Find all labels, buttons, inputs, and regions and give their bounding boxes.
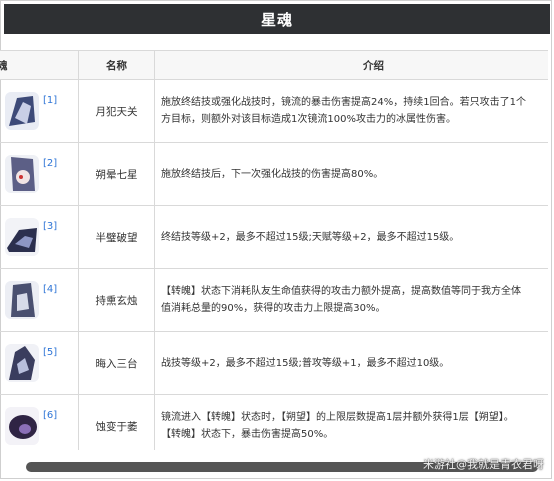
- eidolon-name: 蚀变于萎: [78, 394, 155, 450]
- eidolon-image-cell: [3]: [0, 205, 79, 269]
- eidolon-name: 半璧破望: [78, 205, 155, 269]
- eidolon-image-cell: [5]: [0, 331, 79, 395]
- footnote-link-3[interactable]: [3]: [43, 221, 57, 232]
- header-description: 介绍: [154, 50, 548, 80]
- eidolon-description: 【转魄】状态下消耗队友生命值获得的攻击力额外提高，提高数值等同于我方全体 值消耗…: [154, 268, 548, 332]
- table-header-row: 魂 名称 介绍: [0, 50, 548, 80]
- section-title: 星魂: [4, 4, 550, 34]
- table-row: [3] 半璧破望 终结技等级+2，最多不超过15级;天赋等级+2，最多不超过15…: [0, 205, 548, 269]
- footnote-link-2[interactable]: [2]: [43, 158, 57, 169]
- eidolon-5-image: [5, 344, 39, 382]
- eidolon-description: 镜流进入【转魄】状态时，【朔望】的上限层数提高1层并额外获得1层【朔望】。 【转…: [154, 394, 548, 450]
- eidolon-name: 晦入三台: [78, 331, 155, 395]
- eidolon-image-cell: [2]: [0, 142, 79, 206]
- eidolon-1-image: [5, 92, 39, 130]
- eidolon-table-container: 魂 名称 介绍 [1] 月犯天关 施放终结技或强化战技时，镜流的暴击伤害提高24…: [0, 50, 548, 450]
- table-row: [1] 月犯天关 施放终结技或强化战技时，镜流的暴击伤害提高24%，持续1回合。…: [0, 79, 548, 143]
- eidolon-2-image: [5, 155, 39, 193]
- table-row: [6] 蚀变于萎 镜流进入【转魄】状态时，【朔望】的上限层数提高1层并额外获得1…: [0, 394, 548, 450]
- eidolon-name: 持熏玄烛: [78, 268, 155, 332]
- eidolon-4-image: [5, 281, 39, 319]
- eidolon-description: 施放终结技或强化战技时，镜流的暴击伤害提高24%，持续1回合。若只攻击了1个 方…: [154, 79, 548, 143]
- eidolon-6-image: [5, 407, 39, 445]
- footnote-link-4[interactable]: [4]: [43, 284, 57, 295]
- footnote-link-5[interactable]: [5]: [43, 347, 57, 358]
- watermark: 米游社@我就是青衣君呀: [423, 458, 544, 471]
- eidolon-image-cell: [1]: [0, 79, 79, 143]
- table-row: [5] 晦入三台 战技等级+2，最多不超过15级;普攻等级+1，最多不超过10级…: [0, 331, 548, 395]
- eidolon-description: 终结技等级+2，最多不超过15级;天赋等级+2，最多不超过15级。: [154, 205, 548, 269]
- eidolon-description: 战技等级+2，最多不超过15级;普攻等级+1，最多不超过10级。: [154, 331, 548, 395]
- header-eidolon: 魂: [0, 50, 79, 80]
- header-name: 名称: [78, 50, 155, 80]
- eidolon-3-image: [5, 218, 39, 256]
- footnote-link-6[interactable]: [6]: [43, 410, 57, 421]
- footnote-link-1[interactable]: [1]: [43, 95, 57, 106]
- eidolon-image-cell: [6]: [0, 394, 79, 450]
- table-row: [4] 持熏玄烛 【转魄】状态下消耗队友生命值获得的攻击力额外提高，提高数值等同…: [0, 268, 548, 332]
- eidolon-name: 月犯天关: [78, 79, 155, 143]
- table-row: [2] 朔晕七星 施放终结技后，下一次强化战技的伤害提高80%。: [0, 142, 548, 206]
- eidolon-description: 施放终结技后，下一次强化战技的伤害提高80%。: [154, 142, 548, 206]
- eidolon-table: 魂 名称 介绍 [1] 月犯天关 施放终结技或强化战技时，镜流的暴击伤害提高24…: [0, 50, 548, 450]
- eidolon-name: 朔晕七星: [78, 142, 155, 206]
- eidolon-image-cell: [4]: [0, 268, 79, 332]
